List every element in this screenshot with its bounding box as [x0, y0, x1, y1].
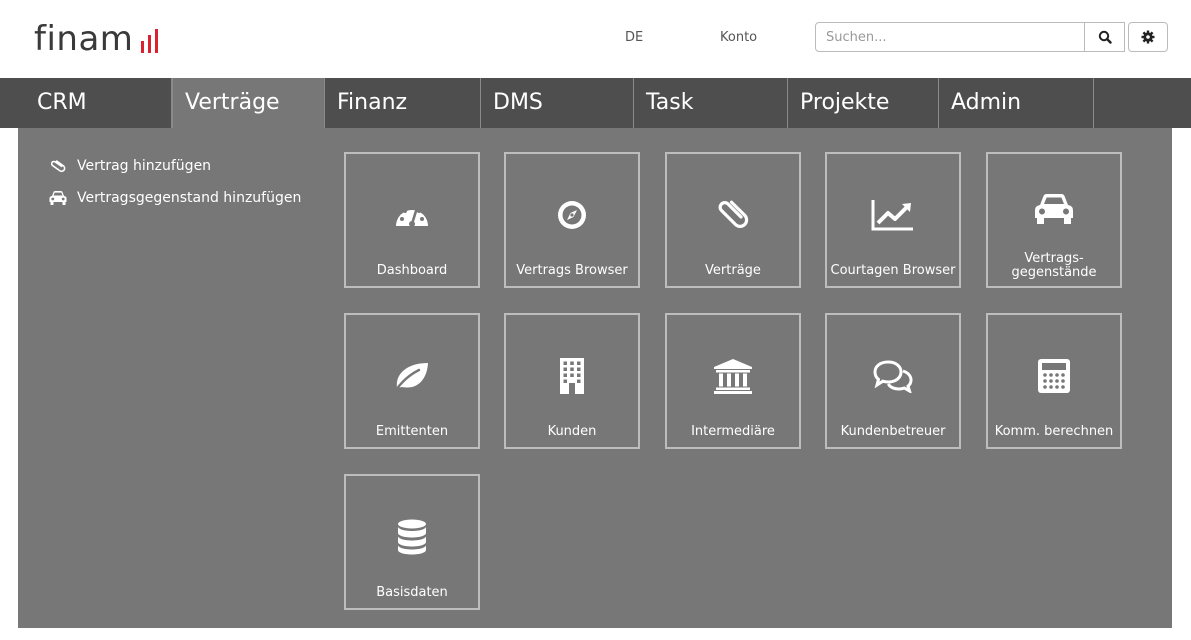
- tile-basisdaten-label: Basisdaten: [376, 585, 448, 600]
- add-contract-link[interactable]: Vertrag hinzufügen: [47, 158, 211, 174]
- tile-kunden[interactable]: Kunden: [504, 313, 640, 449]
- search-icon: [1098, 30, 1112, 44]
- add-contract-object-label: Vertragsgegenstand hinzufügen: [77, 190, 302, 206]
- gear-icon: [1141, 30, 1155, 44]
- tile-intermediaere-label: Intermediäre: [691, 424, 775, 439]
- tile-dashboard-label: Dashboard: [376, 263, 448, 278]
- tile-kundenbetreuer-label: Kundenbetreuer: [840, 424, 946, 439]
- account-link[interactable]: Konto: [720, 30, 757, 45]
- tile-basisdaten[interactable]: Basisdaten: [344, 474, 480, 610]
- tile-dashboard[interactable]: Dashboard: [344, 152, 480, 288]
- tile-kundenbetreuer[interactable]: Kundenbetreuer: [825, 313, 961, 449]
- logo-text: finam: [34, 19, 134, 59]
- bank-icon: [667, 351, 799, 401]
- tile-vertrags-browser[interactable]: Vertrags Browser: [504, 152, 640, 288]
- building-icon: [506, 351, 638, 401]
- tile-courtagen-browser[interactable]: Courtagen Browser: [825, 152, 961, 288]
- tile-vertragsgegenstaende-label: Vertrags- gegenstände: [988, 252, 1120, 280]
- nav-admin[interactable]: Admin: [939, 78, 1094, 128]
- nav-dms[interactable]: DMS: [481, 78, 634, 128]
- finam-logo[interactable]: finam: [34, 14, 159, 64]
- tile-vertragsgegenstaende[interactable]: Vertrags- gegenstände: [986, 152, 1122, 288]
- paperclip-icon: [47, 158, 69, 174]
- nav-vertraege[interactable]: Verträge: [172, 78, 325, 128]
- car-icon: [988, 184, 1120, 234]
- tile-kunden-label: Kunden: [547, 424, 597, 439]
- search-input[interactable]: [815, 22, 1085, 52]
- add-contract-label: Vertrag hinzufügen: [77, 158, 212, 174]
- leaf-icon: [346, 351, 478, 401]
- tile-intermediaere[interactable]: Intermediäre: [665, 313, 801, 449]
- search-button[interactable]: [1085, 22, 1125, 52]
- tile-emittenten-label: Emittenten: [375, 424, 449, 439]
- database-icon: [346, 512, 478, 562]
- settings-button[interactable]: [1128, 22, 1168, 52]
- nav-projekte[interactable]: Projekte: [788, 78, 939, 128]
- tile-vertragsgegenstaende-label-line1: Vertrags-: [1024, 251, 1084, 266]
- line-chart-icon: [827, 190, 959, 240]
- car-icon: [47, 190, 69, 206]
- main-nav: CRM Verträge Finanz DMS Task Projekte Ad…: [0, 78, 1191, 128]
- dashboard-icon: [346, 190, 478, 240]
- tile-emittenten[interactable]: Emittenten: [344, 313, 480, 449]
- tile-komm-berechnen[interactable]: Komm. berechnen: [986, 313, 1122, 449]
- language-link[interactable]: DE: [625, 30, 643, 45]
- tile-komm-berechnen-label: Komm. berechnen: [994, 424, 1114, 439]
- nav-crm[interactable]: CRM: [25, 78, 172, 128]
- tile-vertraege-label: Verträge: [705, 263, 761, 278]
- compass-icon: [506, 190, 638, 240]
- add-contract-object-link[interactable]: Vertragsgegenstand hinzufügen: [47, 190, 301, 206]
- logo-bars-icon: [141, 25, 159, 53]
- tile-vertragsgegenstaende-label-line2: gegenstände: [1011, 265, 1097, 280]
- tile-vertrags-browser-label: Vertrags Browser: [516, 263, 628, 278]
- tile-vertraege[interactable]: Verträge: [665, 152, 801, 288]
- comments-icon: [827, 351, 959, 401]
- paperclip-icon: [667, 190, 799, 240]
- tile-courtagen-browser-label: Courtagen Browser: [830, 263, 956, 278]
- header: finam DE Konto: [0, 0, 1191, 78]
- nav-task[interactable]: Task: [634, 78, 788, 128]
- nav-finanz[interactable]: Finanz: [325, 78, 481, 128]
- calculator-icon: [988, 351, 1120, 401]
